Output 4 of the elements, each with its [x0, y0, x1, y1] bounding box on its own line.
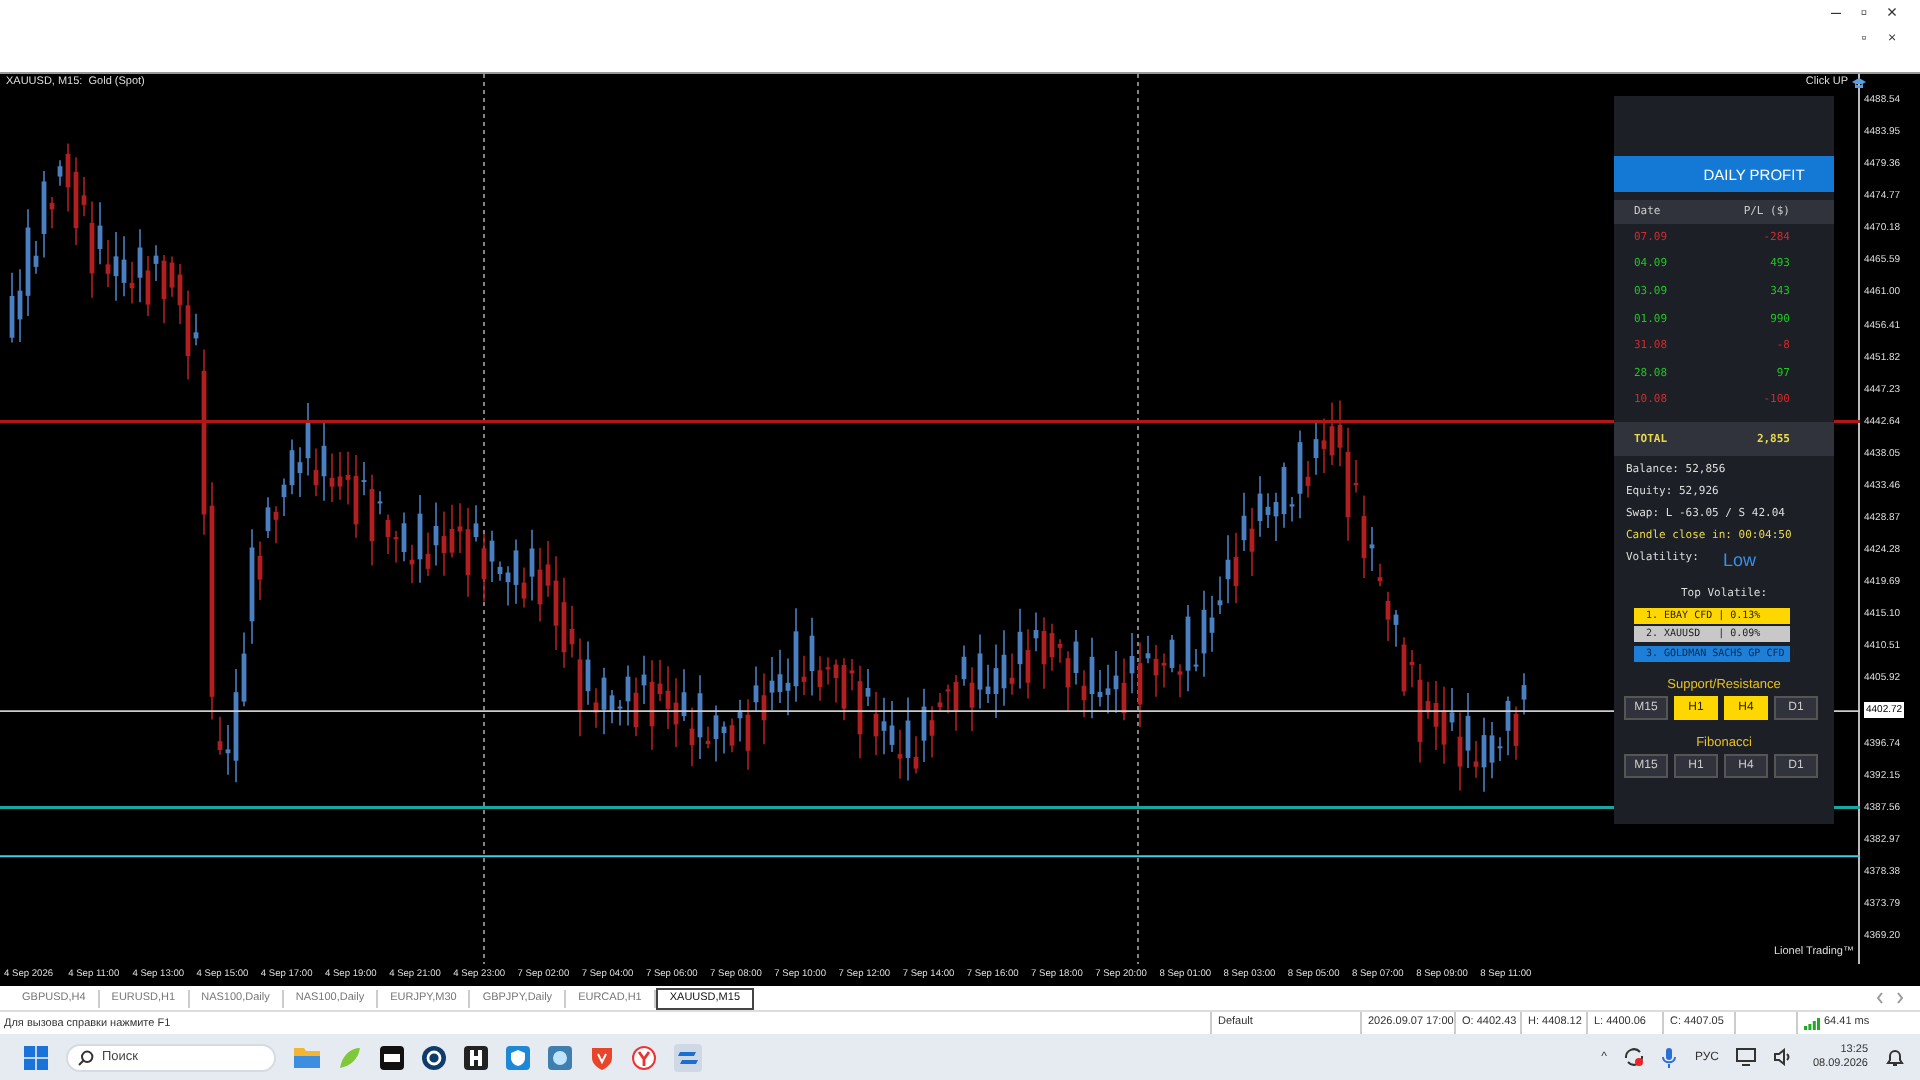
window-control[interactable]: ×	[1884, 0, 1900, 24]
window-control[interactable]: ▫	[1856, 0, 1872, 24]
volatility-value: Low	[1722, 549, 1756, 570]
window-control[interactable]: –	[1828, 0, 1844, 24]
